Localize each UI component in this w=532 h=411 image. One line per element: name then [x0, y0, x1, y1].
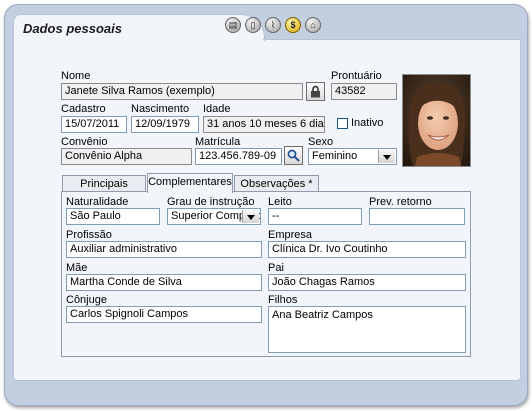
document-icon[interactable]: ▯ — [245, 17, 261, 33]
attach-icon[interactable]: ⌇ — [265, 17, 281, 33]
leito-field[interactable]: -- — [268, 208, 362, 225]
idade-field: 31 anos 10 meses 6 dias — [203, 116, 325, 133]
prontuario-label: Prontuário — [331, 70, 382, 82]
inativo-checkbox[interactable] — [337, 118, 348, 129]
naturalidade-field[interactable]: São Paulo — [66, 208, 160, 225]
magnifier-icon — [287, 149, 300, 162]
window-title: Dados pessoais — [23, 21, 122, 36]
empresa-label: Empresa — [268, 229, 313, 241]
panel-top-line — [263, 39, 519, 40]
search-matricula-button[interactable] — [284, 146, 303, 165]
mae-label: Mãe — [66, 262, 88, 274]
profissao-field[interactable]: Auxiliar administrativo — [66, 241, 262, 258]
filhos-textarea[interactable]: Ana Beatriz Campos — [268, 306, 466, 353]
portrait-image — [403, 75, 470, 166]
save-icon[interactable]: ▤ — [225, 17, 241, 33]
lock-icon[interactable]: ⌂ — [305, 17, 321, 33]
cadastro-field[interactable]: 15/07/2011 — [61, 116, 127, 133]
grau-label: Grau de instrução — [167, 196, 255, 208]
inativo-label: Inativo — [351, 117, 384, 129]
pai-field[interactable]: João Chagas Ramos — [268, 274, 466, 291]
prontuario-field[interactable]: 43582 — [331, 83, 397, 100]
conjuge-field[interactable]: Carlos Spignoli Campos — [66, 306, 262, 323]
convenio-field[interactable]: Convênio Alpha — [61, 148, 192, 165]
grau-select[interactable]: Superior Completo — [167, 208, 261, 225]
nascimento-label: Nascimento — [131, 103, 190, 115]
matricula-field[interactable]: 123.456.789-09 — [195, 148, 282, 165]
prev-retorno-label: Prev. retorno — [369, 196, 432, 208]
padlock-icon — [311, 85, 320, 98]
convenio-label: Convênio — [61, 136, 108, 148]
nome-field[interactable]: Janete Silva Ramos (exemplo) — [61, 83, 303, 100]
leito-label: Leito — [268, 196, 292, 208]
naturalidade-label: Naturalidade — [66, 196, 129, 208]
pai-label: Pai — [268, 262, 284, 274]
empresa-field[interactable]: Clínica Dr. Ivo Coutinho — [268, 241, 466, 258]
chevron-down-icon[interactable] — [378, 150, 395, 163]
mae-field[interactable]: Martha Conde de Silva — [66, 274, 262, 291]
chevron-down-icon[interactable] — [242, 210, 259, 223]
cadastro-label: Cadastro — [61, 103, 106, 115]
sexo-value: Feminino — [312, 150, 358, 162]
tab-complementares[interactable]: Complementares — [147, 173, 233, 193]
sexo-select[interactable]: Feminino — [308, 148, 397, 165]
profissao-label: Profissão — [66, 229, 112, 241]
matricula-label: Matrícula — [195, 136, 241, 148]
nome-label: Nome — [61, 70, 91, 82]
dollar-icon[interactable]: $ — [285, 17, 301, 33]
sexo-label: Sexo — [308, 136, 334, 148]
filhos-label: Filhos — [268, 294, 298, 306]
nascimento-field[interactable]: 12/09/1979 — [131, 116, 199, 133]
conjuge-label: Cônjuge — [66, 294, 107, 306]
idade-label: Idade — [203, 103, 231, 115]
patient-photo — [402, 74, 471, 167]
prev-retorno-field[interactable] — [369, 208, 465, 225]
unlock-name-button[interactable] — [306, 82, 325, 101]
